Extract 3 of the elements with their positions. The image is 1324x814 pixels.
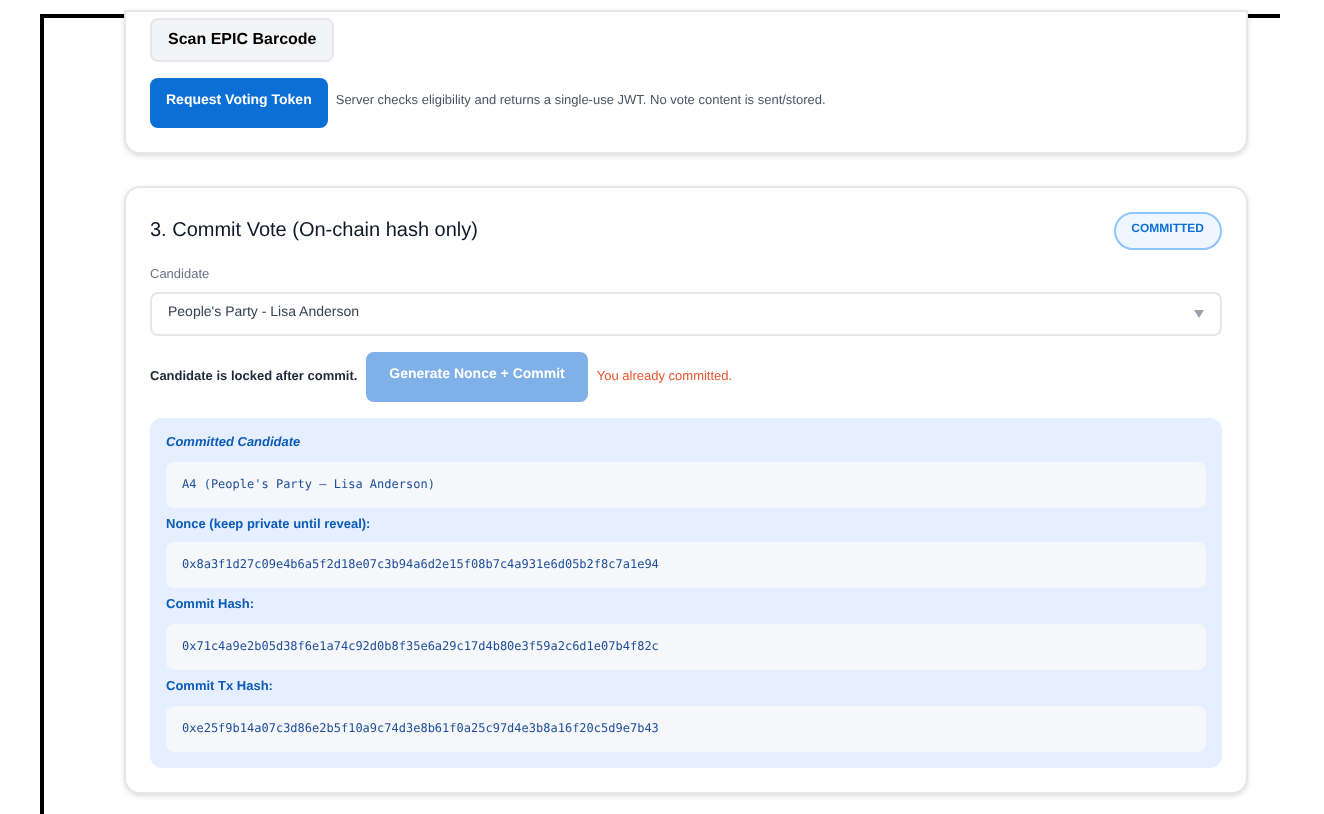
section-title: 3. Commit Vote (On-chain hash only) <box>150 217 478 245</box>
caret-icon <box>1194 310 1204 319</box>
scan-button[interactable]: Scan EPIC Barcode <box>150 18 335 62</box>
